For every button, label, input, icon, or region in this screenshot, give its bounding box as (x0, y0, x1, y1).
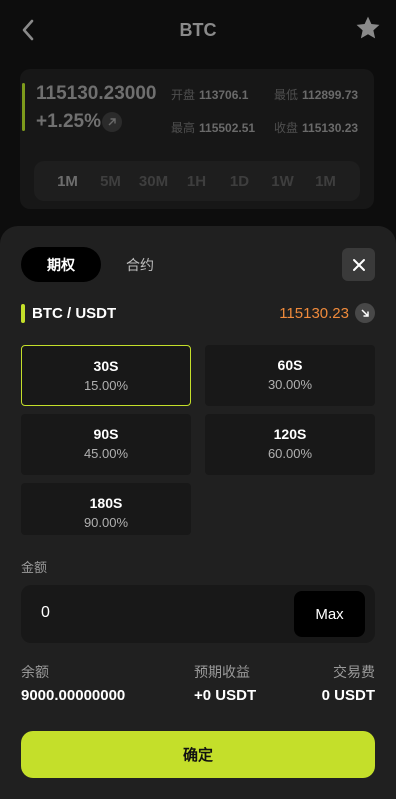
amount-field: Max (21, 585, 375, 643)
pair-row: BTC / USDT 115130.23 (21, 303, 375, 325)
last-price: 115130.23000 (36, 83, 157, 104)
price-change: +1.25% (36, 111, 101, 132)
timeframe-30m[interactable]: 30M (132, 173, 175, 190)
period-option-180s[interactable]: 180S 90.00% (21, 483, 191, 535)
timeframe-1d[interactable]: 1D (218, 173, 261, 190)
low-stat: 最低 112899.73 (274, 86, 358, 103)
timeframe-1mo[interactable]: 1M (304, 173, 347, 190)
trade-type-tabs: 期权 合约 (21, 247, 179, 282)
period-rate: 90.00% (83, 515, 129, 530)
period-rate: 30.00% (267, 377, 313, 392)
confirm-button[interactable]: 确定 (21, 731, 375, 778)
close-button[interactable] (342, 248, 375, 281)
pair-price: 115130.23 (279, 305, 349, 322)
close-icon (352, 258, 365, 271)
period-option-60s[interactable]: 60S 30.00% (205, 345, 375, 406)
timeframe-1h[interactable]: 1H (175, 173, 218, 190)
period-label: 60S (277, 357, 303, 373)
top-bar: BTC (0, 0, 396, 60)
favorite-button[interactable] (354, 14, 382, 42)
fee-value: 0 USDT (321, 687, 375, 704)
ticker-accent-bar (22, 83, 25, 131)
period-rate: 45.00% (83, 446, 129, 461)
max-button[interactable]: Max (294, 591, 365, 637)
period-option-120s[interactable]: 120S 60.00% (205, 414, 375, 475)
low-label: 最低 (274, 88, 299, 102)
tab-options[interactable]: 期权 (21, 247, 101, 282)
high-stat: 最高 115502.51 (171, 119, 255, 136)
trend-arrow-icon (102, 112, 122, 132)
period-rate: 15.00% (83, 378, 129, 393)
open-value: 113706.1 (199, 88, 249, 102)
page-title: BTC (179, 20, 217, 40)
amount-label: 金额 (21, 560, 48, 575)
low-value: 112899.73 (302, 88, 359, 102)
close-value: 115130.23 (302, 121, 359, 135)
close-stat: 收盘 115130.23 (274, 119, 358, 136)
period-option-30s[interactable]: 30S 15.00% (21, 345, 191, 406)
high-value: 115502.51 (199, 121, 256, 135)
timeframe-5m[interactable]: 5M (89, 173, 132, 190)
high-label: 最高 (171, 121, 196, 135)
timeframe-1w[interactable]: 1W (261, 173, 304, 190)
amount-input[interactable] (41, 604, 241, 622)
close-label: 收盘 (274, 121, 299, 135)
order-sheet: 期权 合约 BTC / USDT 115130.23 30S 15.00% 60… (0, 226, 396, 799)
period-option-90s[interactable]: 90S 45.00% (21, 414, 191, 475)
period-label: 180S (89, 495, 123, 511)
timeframe-selector: 1M 5M 30M 1H 1D 1W 1M (34, 161, 360, 201)
star-icon (356, 16, 380, 39)
balance-label: 余额 (21, 664, 49, 680)
timeframe-1m[interactable]: 1M (46, 173, 89, 190)
expected-profit-value: +0 USDT (194, 687, 257, 704)
open-label: 开盘 (171, 88, 196, 102)
open-stat: 开盘 113706.1 (171, 86, 248, 103)
period-label: 90S (93, 426, 119, 442)
arrow-down-right-icon (355, 303, 375, 323)
period-rate: 60.00% (267, 446, 313, 461)
pair-accent-bar (21, 304, 25, 323)
period-label: 30S (93, 358, 119, 374)
balance-value: 9000.00000000 (21, 687, 126, 704)
pair-name: BTC / USDT (32, 305, 117, 322)
tab-contract[interactable]: 合约 (101, 247, 179, 282)
fee-label: 交易费 (333, 664, 375, 680)
ticker-card: 115130.23000 +1.25% 开盘 113706.1 最低 112899.… (20, 69, 374, 209)
period-label: 120S (273, 426, 307, 442)
expected-profit-label: 预期收益 (194, 664, 250, 680)
